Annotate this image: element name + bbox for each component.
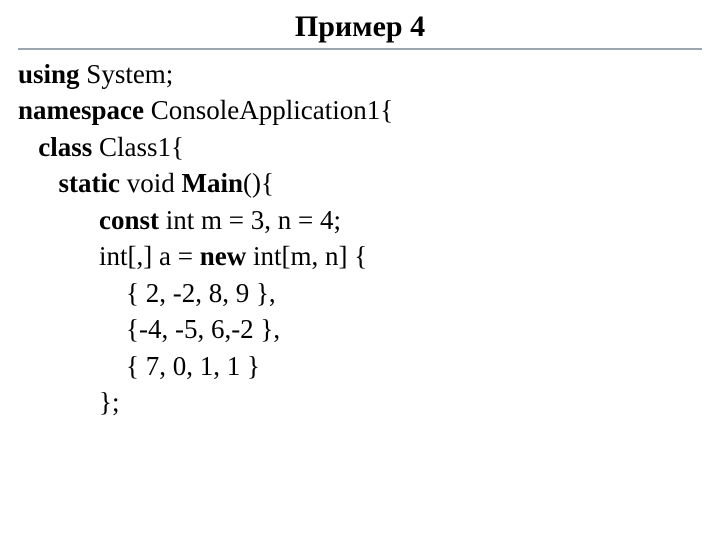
slide: Пример 4 using System; namespace Console… — [0, 0, 720, 540]
code-text: ConsoleApplication1{ — [144, 95, 393, 125]
kw-using: using — [18, 59, 80, 89]
code-text: int[m, n] { — [246, 241, 367, 271]
code-text: }; — [18, 387, 119, 417]
code-text: System; — [80, 59, 174, 89]
code-text: {-4, -5, 6,-2 }, — [18, 314, 280, 344]
code-text: int[,] a = — [18, 241, 200, 271]
method-main: Main — [182, 168, 244, 198]
slide-title: Пример 4 — [18, 10, 702, 48]
kw-static: static — [18, 168, 120, 198]
kw-class: class — [18, 132, 92, 162]
kw-new: new — [200, 241, 247, 271]
code-text: { 2, -2, 8, 9 }, — [18, 278, 276, 308]
title-divider — [18, 48, 702, 50]
code-text: void — [120, 168, 182, 198]
kw-const: const — [18, 205, 159, 235]
code-text: { 7, 0, 1, 1 } — [18, 351, 260, 381]
code-text: (){ — [243, 168, 274, 198]
code-text: int m = 3, n = 4; — [159, 205, 341, 235]
code-text: Class1{ — [92, 132, 184, 162]
code-block: using System; namespace ConsoleApplicati… — [18, 56, 702, 420]
kw-namespace: namespace — [18, 95, 144, 125]
